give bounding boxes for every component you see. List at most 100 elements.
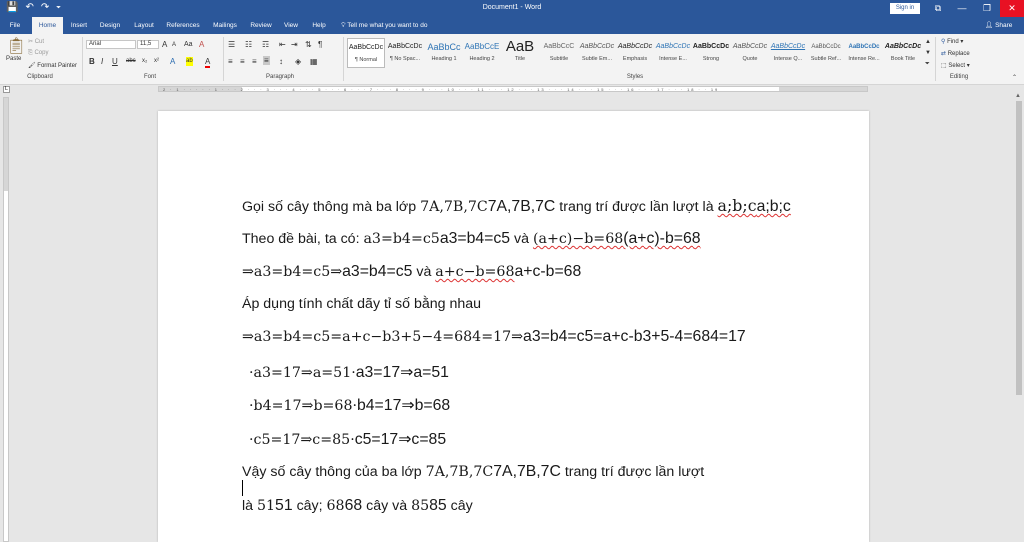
math-linear: ·b4=17⇒b=68· <box>249 398 357 414</box>
font-color-icon[interactable]: A <box>205 57 211 68</box>
style-subtle-reference[interactable]: AaBbCcDc Subtle Ref... <box>807 38 845 68</box>
cut-button[interactable]: ✂ Cut <box>28 38 44 45</box>
math-linear: a;b;c <box>717 196 757 215</box>
strikethrough-icon[interactable]: abc <box>126 57 136 66</box>
doc-line-3: ⇒a3=b4=c5⇒a3=b4=c5 và a+c−b=68a+c-b=68 <box>242 263 581 281</box>
tab-view[interactable]: View <box>280 17 302 34</box>
align-center-icon[interactable]: ≡ <box>240 57 245 66</box>
tab-selector-icon[interactable]: L <box>3 86 10 93</box>
style-intense-emphasis[interactable]: AaBbCcDc Intense E... <box>654 38 692 68</box>
find-button[interactable]: ⚲ Find ▾ <box>941 38 963 45</box>
justify-icon[interactable]: ≡ <box>263 56 270 65</box>
shrink-font-icon[interactable]: A <box>172 41 176 50</box>
doc-line-2: Theo đề bài, ta có: a3=b4=c5a3=b4=c5 và … <box>242 230 701 248</box>
document-page[interactable]: Gọi số cây thông mà ba lớp 7A,7B,7C 7A,7B… <box>158 111 869 542</box>
sign-in-button[interactable]: Sign in <box>890 3 920 14</box>
replace-button[interactable]: ⇄ Replace <box>941 50 970 57</box>
scroll-up-icon[interactable]: ▲ <box>1015 93 1021 99</box>
minimize-button[interactable]: — <box>950 0 974 17</box>
superscript-icon[interactable]: x² <box>154 57 159 66</box>
text: trang trí được lần lượt <box>560 464 705 480</box>
format-painter-button[interactable]: 🖌︎ Format Painter <box>28 62 77 69</box>
tab-review[interactable]: Review <box>247 17 275 34</box>
text: Áp dụng tính chất dãy tỉ số bằng nhau <box>242 296 482 312</box>
style-intense-reference[interactable]: AaBbCcDc Intense Re... <box>845 38 883 68</box>
clear-formatting-icon[interactable]: A <box>199 40 204 49</box>
close-button[interactable]: ✕ <box>1000 0 1024 17</box>
math-linear: 68 <box>326 498 345 514</box>
ribbon-separator <box>223 37 224 81</box>
doc-line-1: Gọi số cây thông mà ba lớp 7A,7B,7C7A,7B… <box>242 196 791 216</box>
style-book-title[interactable]: AaBbCcDc Book Title <box>884 38 922 68</box>
align-right-icon[interactable]: ≡ <box>252 57 257 66</box>
show-formatting-icon[interactable]: ¶ <box>318 40 322 49</box>
increase-indent-icon[interactable]: ⇥ <box>291 40 298 49</box>
highlight-icon[interactable]: ab <box>186 57 193 66</box>
paste-button[interactable]: Paste <box>6 56 21 62</box>
bold-icon[interactable]: B <box>89 57 95 66</box>
text-effects-icon[interactable]: A <box>170 57 175 66</box>
text: Theo đề bài, ta có: <box>242 231 364 247</box>
paste-icon[interactable]: 📋︎ <box>6 38 26 56</box>
styles-more-icon[interactable]: ⏷ <box>925 60 930 69</box>
multilevel-list-icon[interactable]: ☶ <box>262 40 269 49</box>
chevron-down-icon: ▾ <box>958 39 964 45</box>
shading-icon[interactable]: ◈ <box>295 57 301 66</box>
math-display: 7A,7B,7C <box>487 198 556 215</box>
style-subtle-emphasis[interactable]: AaBbCcDc Subtle Em... <box>578 38 616 68</box>
collapse-ribbon-icon[interactable]: ⌃ <box>1012 74 1017 83</box>
scrollbar-thumb[interactable] <box>1016 101 1022 395</box>
tab-help[interactable]: Help <box>307 17 331 34</box>
style-quote[interactable]: AaBbCcDc Quote <box>731 38 769 68</box>
copy-button[interactable]: ⎘ Copy <box>28 50 48 57</box>
tab-mailings[interactable]: Mailings <box>208 17 242 34</box>
style-strong[interactable]: AaBbCcDc Strong <box>692 38 730 68</box>
style-heading-2[interactable]: AaBbCcE Heading 2 <box>463 38 501 68</box>
style-heading-1[interactable]: AaBbCc Heading 1 <box>425 38 463 68</box>
styles-scroll-down-icon[interactable]: ▼ <box>925 49 931 58</box>
math-linear: ⇒a3=b4=c5⇒ <box>242 264 343 280</box>
share-button[interactable]: 👤︎ Share <box>985 17 1012 34</box>
change-case-icon[interactable]: Aa <box>184 40 193 49</box>
tab-home[interactable]: Home <box>32 17 63 34</box>
math-display: a;b;c <box>756 198 791 215</box>
text: Gọi số cây thông mà ba lớp <box>242 199 421 215</box>
subscript-icon[interactable]: x₂ <box>142 57 147 66</box>
vertical-ruler[interactable] <box>3 97 9 542</box>
grow-font-icon[interactable]: A <box>162 40 167 49</box>
tell-me-search[interactable]: 💡︎ Tell me what you want to do <box>341 17 427 34</box>
vertical-scrollbar[interactable]: ▲ <box>1014 93 1024 542</box>
style-normal[interactable]: AaBbCcDc ¶ Normal <box>347 38 385 68</box>
styles-scroll-up-icon[interactable]: ▲ <box>925 38 931 47</box>
borders-icon[interactable]: ▦ <box>310 57 318 66</box>
math-linear: 51 <box>256 498 276 514</box>
decrease-indent-icon[interactable]: ⇤ <box>279 40 286 49</box>
bullets-icon[interactable]: ☰ <box>228 40 235 49</box>
style-subtitle[interactable]: AaBbCcC Subtitle <box>540 38 578 68</box>
numbering-icon[interactable]: ☷ <box>245 40 252 49</box>
math-display: a3=b4=c5 <box>439 230 511 247</box>
font-size-dropdown[interactable]: 11,5 <box>137 40 159 49</box>
style-emphasis[interactable]: AaBbCcDc Emphasis <box>616 38 654 68</box>
style-intense-quote[interactable]: AaBbCcDc Intense Q... <box>769 38 807 68</box>
ribbon-display-options-icon[interactable]: ⧉ <box>926 0 950 17</box>
style-title[interactable]: AaB Title <box>501 38 539 68</box>
font-name-dropdown[interactable]: Arial <box>86 40 136 49</box>
doc-line-10: là 5151 cây; 6868 cây và 8585 cây <box>242 497 473 515</box>
tab-layout[interactable]: Layout <box>129 17 159 34</box>
math-linear: a3=b4=c5 <box>363 231 440 247</box>
tab-file[interactable]: File <box>4 17 26 34</box>
tab-references[interactable]: References <box>163 17 203 34</box>
line-spacing-icon[interactable]: ↕ <box>279 57 283 66</box>
tab-design[interactable]: Design <box>96 17 124 34</box>
sort-icon[interactable]: ⇅ <box>305 40 312 49</box>
underline-icon[interactable]: U <box>112 57 118 66</box>
math-linear: 7A,7B,7C <box>425 464 494 480</box>
horizontal-ruler[interactable]: 2 · 1 · · · · · 1 · · · 2 · · · 3 · · · … <box>158 86 868 92</box>
restore-button[interactable]: ❐ <box>975 0 999 17</box>
align-left-icon[interactable]: ≡ <box>228 57 233 66</box>
style-no-spacing[interactable]: AaBbCcDc ¶ No Spac... <box>386 38 424 68</box>
italic-icon[interactable]: I <box>101 57 103 66</box>
tab-insert[interactable]: Insert <box>66 17 92 34</box>
select-button[interactable]: ⬚ Select ▾ <box>941 62 970 69</box>
